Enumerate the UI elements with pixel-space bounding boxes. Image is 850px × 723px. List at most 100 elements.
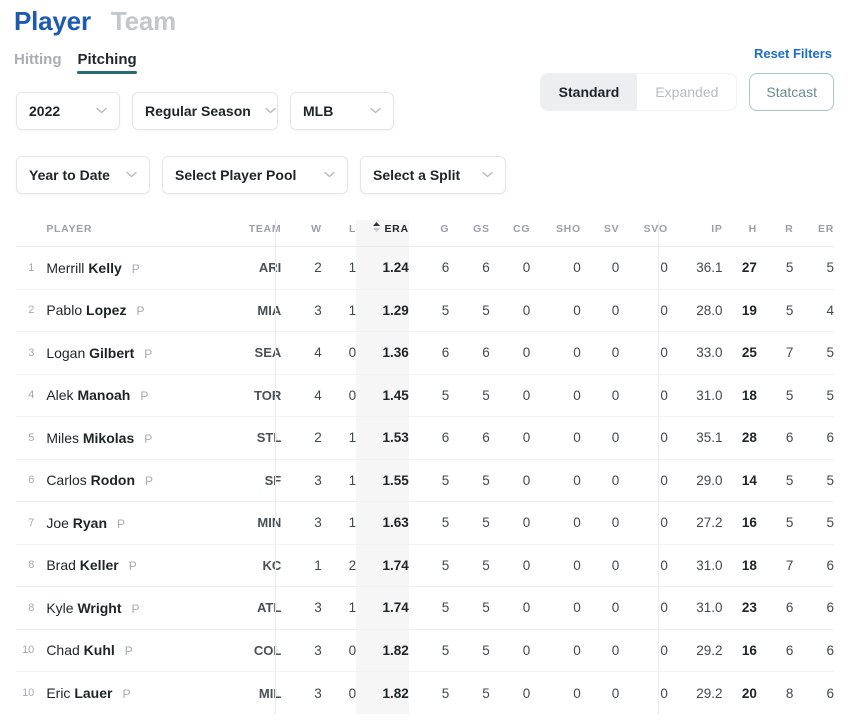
row-gs: 6 (482, 345, 490, 361)
row-player[interactable]: Joe Ryan P (42, 502, 226, 545)
col-header-player[interactable]: PLAYER (42, 220, 226, 247)
row-sho: 0 (573, 430, 581, 446)
row-er: 5 (826, 472, 834, 488)
row-era: 1.74 (356, 586, 409, 629)
row-player[interactable]: Eric Lauer P (42, 672, 226, 715)
player-first-name: Miles (46, 429, 79, 446)
table-row[interactable]: 3 Logan Gilbert P SEA 4 0 1.36 6 6 0 0 0 0 33.0 25 7 5 (16, 331, 834, 375)
row-era: 1.24 (356, 246, 409, 289)
row-player[interactable]: Pablo Lopez P (42, 289, 226, 332)
statcast-button[interactable]: Statcast (749, 73, 834, 111)
row-player[interactable]: Logan Gilbert P (42, 332, 226, 375)
table-row[interactable]: 8 Kyle Wright P ATL 3 1 1.74 5 5 0 0 0 0 31.0 23 6 6 (16, 586, 834, 630)
table-row[interactable]: 6 Carlos Rodon P SF 3 1 1.55 5 5 0 0 0 0 29.0 14 5 5 (16, 459, 834, 502)
col-header-r[interactable]: R (757, 220, 793, 247)
row-sho: 0 (573, 472, 581, 488)
row-r: 6 (785, 642, 794, 658)
column-divider-left (275, 220, 277, 714)
player-pool-select[interactable]: Select Player Pool (162, 156, 348, 194)
col-header-l[interactable]: L (322, 220, 356, 247)
row-team: MIN (257, 515, 282, 531)
row-sv: 0 (611, 260, 620, 276)
col-header-cg[interactable]: CG (490, 220, 530, 247)
player-last-name: Manoah (77, 387, 131, 404)
row-w: 3 (314, 685, 322, 701)
row-h: 19 (741, 302, 757, 318)
row-l: 1 (348, 260, 357, 276)
row-gs: 5 (482, 600, 490, 616)
col-header-h[interactable]: H (723, 220, 757, 247)
league-select[interactable]: MLB (290, 92, 394, 130)
table-row[interactable]: 2 Pablo Lopez P MIA 3 1 1.29 5 5 0 0 0 0 28.0 19 5 4 (16, 289, 834, 332)
view-mode-expanded[interactable]: Expanded (637, 74, 737, 110)
row-cg: 0 (522, 515, 531, 531)
player-first-name: Pablo (46, 302, 83, 319)
row-sho: 0 (573, 685, 581, 701)
row-sho: 0 (573, 387, 581, 403)
row-player[interactable]: Merrill Kelly P (42, 247, 226, 290)
col-header-w[interactable]: W (285, 220, 321, 247)
row-r: 5 (785, 260, 794, 276)
tab-pitching[interactable]: Pitching (77, 51, 137, 74)
split-select[interactable]: Select a Split (360, 156, 506, 194)
row-sho: 0 (573, 260, 581, 276)
row-rank: 8 (28, 601, 35, 614)
row-sho: 0 (573, 515, 581, 531)
nav-tab-team[interactable]: Team (111, 6, 176, 37)
tab-hitting[interactable]: Hitting (14, 51, 61, 74)
col-header-sho[interactable]: SHO (530, 220, 581, 247)
row-player[interactable]: Alek Manoah P (42, 374, 226, 417)
row-g: 5 (441, 642, 450, 658)
col-header-svo[interactable]: SVO (619, 220, 668, 247)
table-row[interactable]: 1 Merrill Kelly P ARI 2 1 1.24 6 6 0 0 0 0 36.1 27 5 5 (16, 246, 834, 290)
reset-filters-link[interactable]: Reset Filters (754, 46, 832, 61)
row-r: 7 (785, 557, 794, 573)
row-rank: 3 (28, 346, 35, 359)
row-player[interactable]: Carlos Rodon P (42, 459, 226, 502)
table-row[interactable]: 5 Miles Mikolas P STL 2 1 1.53 6 6 0 0 0 0 35.1 28 6 6 (16, 416, 834, 460)
table-row[interactable]: 10 Chad Kuhl P COL 3 0 1.82 5 5 0 0 0 0 29.2 16 6 6 (16, 629, 834, 672)
player-last-name: Lauer (74, 685, 113, 701)
col-header-ip[interactable]: IP (668, 220, 723, 247)
col-header-era[interactable]: ERA (356, 220, 409, 247)
table-row[interactable]: 10 Eric Lauer P MIL 3 0 1.82 5 5 0 0 0 0 29.2 20 8 6 (16, 671, 834, 715)
row-player[interactable]: Miles Mikolas P (42, 417, 226, 460)
col-header-team[interactable]: TEAM (227, 220, 286, 247)
col-header-er[interactable]: ER (793, 220, 834, 247)
view-mode-standard[interactable]: Standard (540, 74, 638, 110)
row-w: 1 (314, 557, 322, 573)
col-header-rank (16, 220, 42, 247)
row-player[interactable]: Brad Keller P (42, 544, 226, 587)
row-g: 5 (441, 600, 450, 616)
col-header-sv[interactable]: SV (581, 220, 619, 247)
row-h: 14 (741, 472, 757, 488)
row-player[interactable]: Chad Kuhl P (42, 629, 226, 672)
row-team: ATL (256, 600, 282, 616)
row-svo: 0 (660, 472, 668, 488)
table-row[interactable]: 8 Brad Keller P KC 1 2 1.74 5 5 0 0 0 0 31.0 18 7 6 (16, 544, 834, 587)
row-gs: 5 (482, 642, 490, 658)
table-row[interactable]: 4 Alek Manoah P TOR 4 0 1.45 5 5 0 0 0 0 31.0 18 5 5 (16, 374, 834, 417)
row-era: 1.82 (356, 671, 409, 714)
table-body: 1 Merrill Kelly P ARI 2 1 1.24 6 6 0 0 0 0 36.1 27 5 5 2 P… (16, 246, 834, 715)
row-g: 5 (441, 387, 450, 403)
season-select[interactable]: 2022 (16, 92, 120, 130)
table-row[interactable]: 7 Joe Ryan P MIN 3 1 1.63 5 5 0 0 0 0 27.2 16 5 5 (16, 501, 834, 545)
season-type-select[interactable]: Regular Season (132, 92, 278, 130)
row-sho: 0 (573, 600, 581, 616)
row-svo: 0 (660, 515, 668, 531)
row-w: 2 (314, 430, 322, 446)
col-header-g[interactable]: G (409, 220, 449, 247)
leaderboard-page: Player Team Hitting Pitching Reset Filte… (0, 0, 850, 723)
row-rank: 4 (28, 389, 35, 402)
row-cg: 0 (522, 260, 531, 276)
row-w: 4 (314, 387, 322, 403)
col-header-gs[interactable]: GS (449, 220, 489, 247)
row-er: 6 (826, 557, 834, 573)
row-player[interactable]: Kyle Wright P (42, 587, 226, 630)
nav-tab-player[interactable]: Player (14, 6, 91, 37)
row-sv: 0 (611, 685, 620, 701)
date-range-select[interactable]: Year to Date (16, 156, 150, 194)
row-h: 23 (741, 600, 757, 616)
season-select-value: 2022 (29, 103, 61, 119)
